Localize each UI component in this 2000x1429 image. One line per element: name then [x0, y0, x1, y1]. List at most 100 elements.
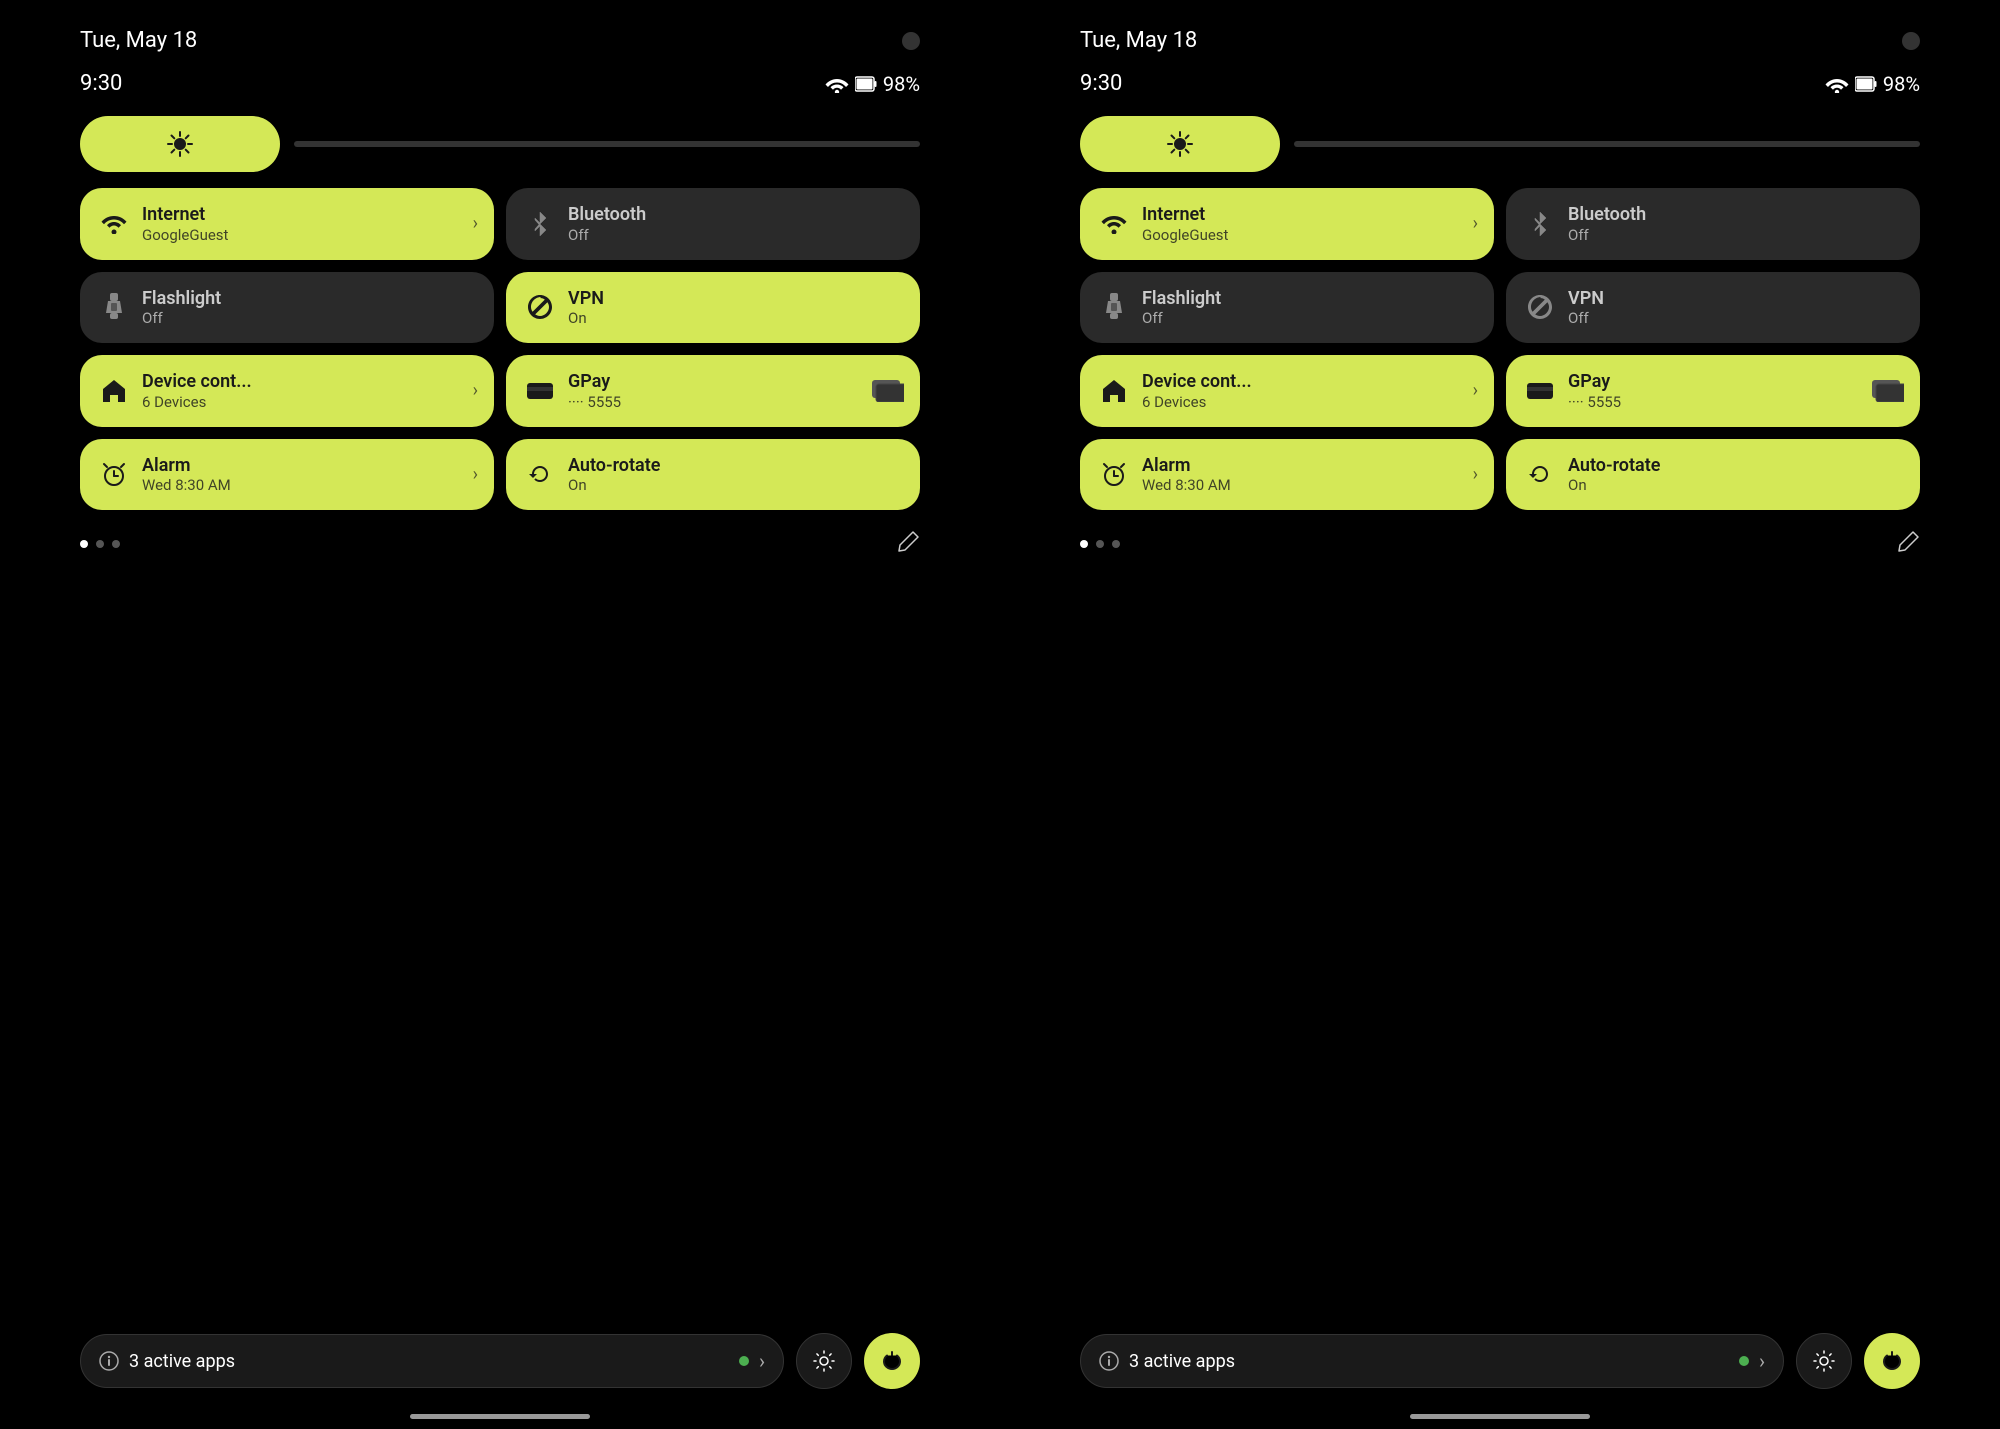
tile-autorotate-text-right: Auto-rotate On — [1568, 455, 1660, 495]
edit-icon-right[interactable] — [1898, 530, 1920, 557]
date-right: Tue, May 18 — [1080, 28, 1197, 53]
green-dot-right — [1739, 1356, 1749, 1366]
tile-bluetooth-right[interactable]: Bluetooth Off — [1506, 188, 1920, 260]
device-arrow-right: › — [1473, 380, 1478, 401]
tile-internet-subtitle-right: GoogleGuest — [1142, 226, 1228, 244]
battery-icon-right — [1855, 75, 1877, 93]
bluetooth-tile-icon-left — [524, 208, 556, 240]
tile-autorotate-subtitle-left: On — [568, 476, 660, 494]
tile-internet-subtitle-left: GoogleGuest — [142, 226, 228, 244]
tile-alarm-right[interactable]: Alarm Wed 8:30 AM › — [1080, 439, 1494, 511]
tile-vpn-left[interactable]: VPN On — [506, 272, 920, 344]
status-bar-left: Tue, May 18 — [80, 0, 920, 63]
brightness-slider-right[interactable] — [1294, 141, 1920, 147]
tile-internet-text-right: Internet GoogleGuest — [1142, 204, 1228, 244]
home-tile-icon-left — [98, 375, 130, 407]
home-tile-icon-right — [1098, 375, 1130, 407]
brightness-slider-left[interactable] — [294, 141, 920, 147]
tile-alarm-title-left: Alarm — [142, 455, 231, 477]
tile-bluetooth-subtitle-right: Off — [1568, 226, 1646, 244]
brightness-icon-right — [1166, 130, 1194, 158]
tile-flashlight-subtitle-right: Off — [1142, 309, 1221, 327]
tile-autorotate-text-left: Auto-rotate On — [568, 455, 660, 495]
edit-icon-left[interactable] — [898, 530, 920, 557]
tile-gpay-title-right: GPay — [1568, 371, 1621, 393]
settings-button-left[interactable] — [796, 1333, 852, 1389]
gpay-card-icon-right — [1872, 380, 1904, 402]
rotate-tile-icon-left — [524, 459, 556, 491]
brightness-pill-right[interactable] — [1080, 116, 1280, 172]
pagination-row-left — [80, 510, 920, 567]
dot-2-right — [1096, 540, 1104, 548]
tile-gpay-right[interactable]: GPay ···· 5555 — [1506, 355, 1920, 427]
tile-gpay-left[interactable]: GPay ···· 5555 — [506, 355, 920, 427]
panel-left: Tue, May 18 9:30 98% — [0, 0, 1000, 1429]
settings-button-right[interactable] — [1796, 1333, 1852, 1389]
tile-flashlight-right[interactable]: Flashlight Off — [1080, 272, 1494, 344]
tile-autorotate-right[interactable]: Auto-rotate On — [1506, 439, 1920, 511]
brightness-row-left — [80, 116, 920, 172]
tile-internet-right[interactable]: Internet GoogleGuest › — [1080, 188, 1494, 260]
tile-alarm-title-right: Alarm — [1142, 455, 1231, 477]
camera-dot-left — [902, 32, 920, 50]
time-left: 9:30 — [80, 71, 122, 96]
active-apps-pill-right[interactable]: 3 active apps › — [1080, 1334, 1784, 1388]
vpn-tile-icon-left — [524, 291, 556, 323]
battery-icon-left — [855, 75, 877, 93]
brightness-icon-left — [166, 130, 194, 158]
panel-right: Tue, May 18 9:30 98% — [1000, 0, 2000, 1429]
active-apps-pill-left[interactable]: 3 active apps › — [80, 1334, 784, 1388]
wifi-icon-right — [1825, 75, 1849, 93]
active-apps-count-left: 3 active apps — [129, 1351, 729, 1372]
active-apps-chevron-right: › — [1759, 1349, 1765, 1373]
tile-autorotate-left[interactable]: Auto-rotate On — [506, 439, 920, 511]
alarm-arrow-right: › — [1473, 464, 1478, 485]
tile-bluetooth-title-right: Bluetooth — [1568, 204, 1646, 226]
tile-alarm-left[interactable]: Alarm Wed 8:30 AM › — [80, 439, 494, 511]
tile-vpn-text-right: VPN Off — [1568, 288, 1604, 328]
device-arrow-left: › — [473, 380, 478, 401]
tile-bluetooth-title-left: Bluetooth — [568, 204, 646, 226]
brightness-pill-left[interactable] — [80, 116, 280, 172]
tile-flashlight-title-right: Flashlight — [1142, 288, 1221, 310]
status-bar-right: Tue, May 18 — [1080, 0, 1920, 63]
tile-device-text-right: Device cont... 6 Devices — [1142, 371, 1252, 411]
home-indicator-right — [1410, 1414, 1590, 1419]
tile-device-subtitle-left: 6 Devices — [142, 393, 252, 411]
gpay-tile-icon-right — [1524, 375, 1556, 407]
tile-gpay-subtitle-left: ···· 5555 — [568, 393, 621, 411]
info-icon-right — [1099, 1351, 1119, 1371]
tile-gpay-text-right: GPay ···· 5555 — [1568, 371, 1621, 411]
active-apps-chevron-left: › — [759, 1349, 765, 1373]
internet-arrow-left: › — [473, 213, 478, 234]
tile-vpn-title-left: VPN — [568, 288, 604, 310]
wifi-icon-left — [825, 75, 849, 93]
tile-autorotate-subtitle-right: On — [1568, 476, 1660, 494]
time-row-left: 9:30 98% — [80, 63, 920, 116]
tile-alarm-subtitle-left: Wed 8:30 AM — [142, 476, 231, 494]
tile-vpn-subtitle-right: Off — [1568, 309, 1604, 327]
battery-pct-left: 98% — [883, 72, 920, 96]
tile-vpn-right[interactable]: VPN Off — [1506, 272, 1920, 344]
tile-alarm-text-left: Alarm Wed 8:30 AM — [142, 455, 231, 495]
info-icon-left — [99, 1351, 119, 1371]
power-button-right[interactable] — [1864, 1333, 1920, 1389]
status-icons-left: 98% — [825, 72, 920, 96]
tile-device-control-right[interactable]: Device cont... 6 Devices › — [1080, 355, 1494, 427]
bottom-bar-right: 3 active apps › — [1080, 1333, 1920, 1389]
tile-internet-left[interactable]: Internet GoogleGuest › — [80, 188, 494, 260]
tile-flashlight-text-right: Flashlight Off — [1142, 288, 1221, 328]
dot-3-right — [1112, 540, 1120, 548]
tile-device-control-left[interactable]: Device cont... 6 Devices › — [80, 355, 494, 427]
tile-gpay-subtitle-right: ···· 5555 — [1568, 393, 1621, 411]
power-button-left[interactable] — [864, 1333, 920, 1389]
alarm-arrow-left: › — [473, 464, 478, 485]
tile-device-subtitle-right: 6 Devices — [1142, 393, 1252, 411]
internet-arrow-right: › — [1473, 213, 1478, 234]
rotate-tile-icon-right — [1524, 459, 1556, 491]
tile-bluetooth-left[interactable]: Bluetooth Off — [506, 188, 920, 260]
tile-flashlight-left[interactable]: Flashlight Off — [80, 272, 494, 344]
tiles-grid-left: Internet GoogleGuest › Bluetooth Off — [80, 188, 920, 510]
tile-gpay-title-left: GPay — [568, 371, 621, 393]
alarm-tile-icon-left — [98, 459, 130, 491]
